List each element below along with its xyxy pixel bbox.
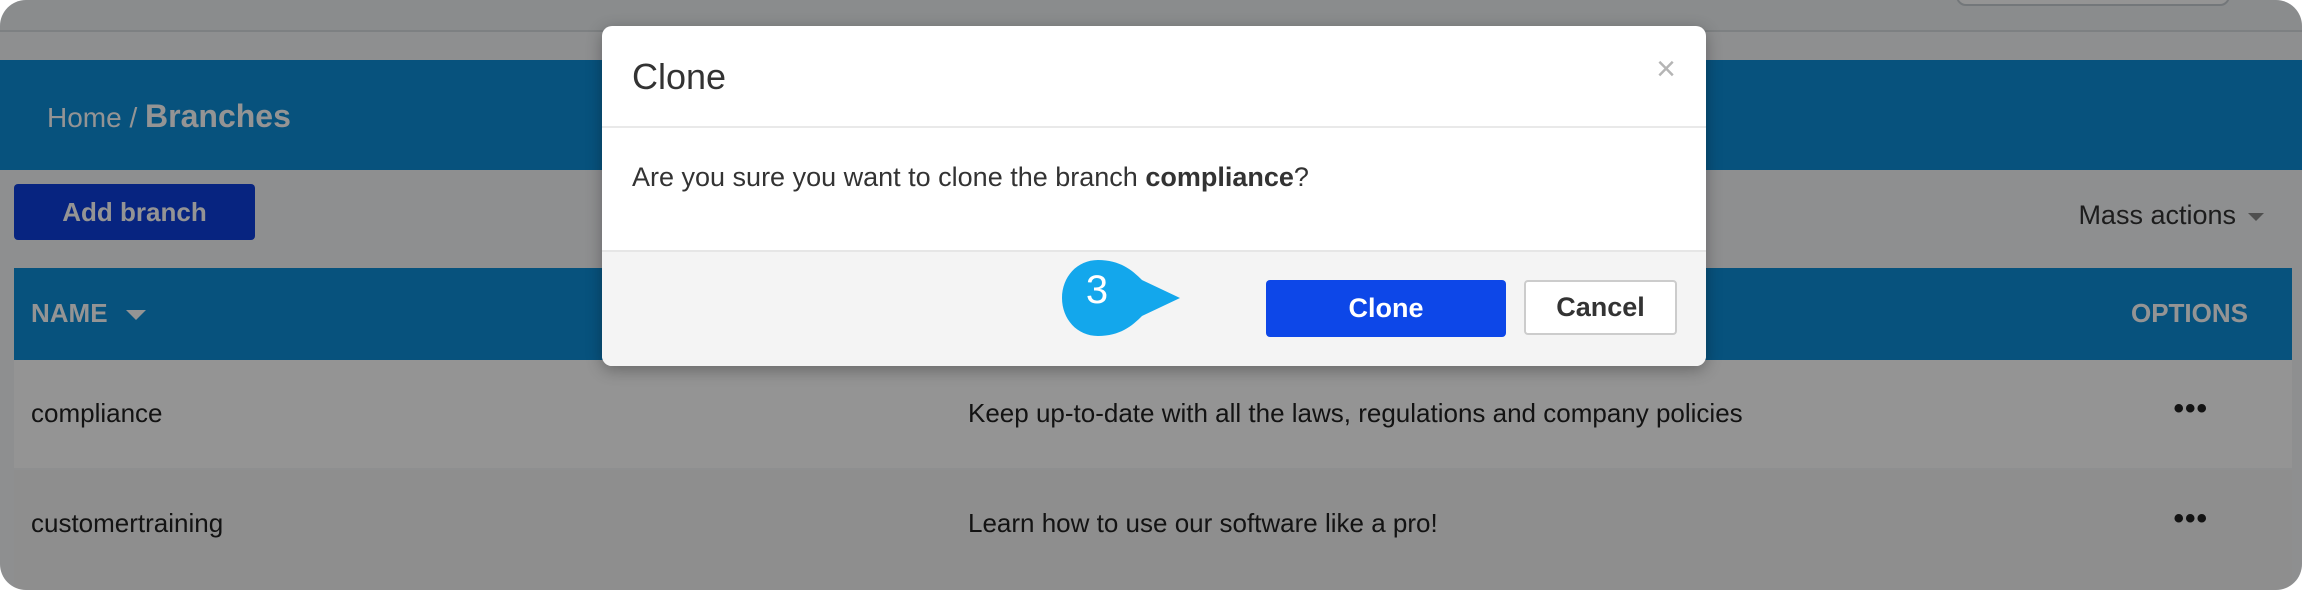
dialog-title: Clone: [632, 56, 727, 97]
dialog-message: Are you sure you want to clone the branc…: [632, 162, 1309, 193]
cancel-button[interactable]: Cancel: [1524, 280, 1677, 335]
message-suffix: ?: [1293, 162, 1309, 192]
dialog-header: Clone ×: [602, 26, 1706, 128]
clone-button[interactable]: Clone: [1266, 280, 1506, 337]
branch-name-highlight: compliance: [1145, 162, 1294, 192]
app-window: Home / Branches Add branch Mass actions …: [0, 0, 2302, 590]
message-prefix: Are you sure you want to clone the branc…: [632, 162, 1146, 192]
step-number: 3: [1085, 268, 1109, 312]
close-icon[interactable]: ×: [1656, 50, 1676, 89]
